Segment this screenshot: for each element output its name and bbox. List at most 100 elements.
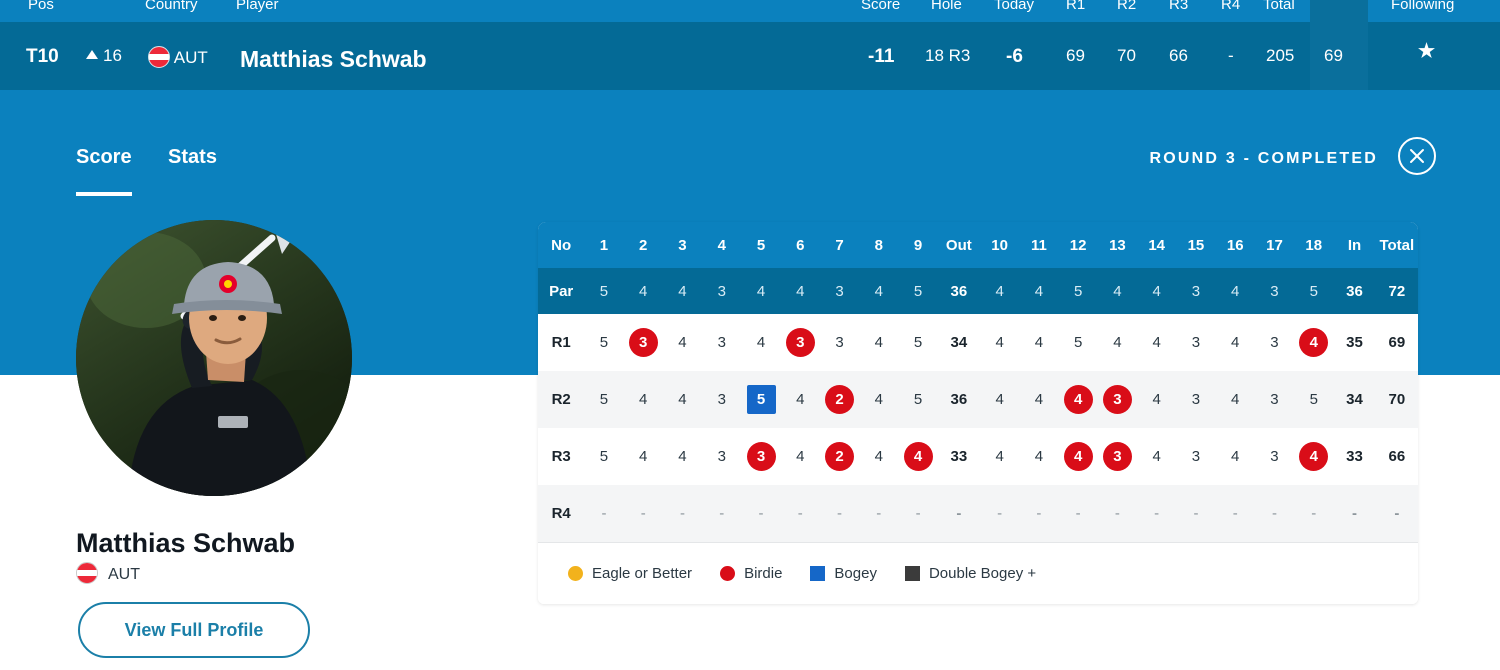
scorecard-cell: 4	[639, 282, 648, 300]
scorecard-col-in: In	[1347, 236, 1362, 254]
scorecard-cell: 3	[781, 314, 820, 371]
bogey-marker: 5	[746, 385, 776, 414]
scorecard-cell: 5	[599, 448, 609, 465]
scorecard-cell: 3	[1098, 371, 1137, 428]
scorecard-cell: 5	[599, 334, 609, 351]
birdie-marker: 4	[903, 442, 933, 471]
scorecard-cell: 5	[741, 371, 780, 428]
scorecard-cell: 4	[1152, 448, 1161, 465]
scorecard-col-16: 16	[1226, 236, 1244, 254]
scorecard-col-13: 13	[1109, 236, 1126, 254]
column-header-country: Country	[145, 0, 198, 13]
scorecard-cell: -	[758, 505, 764, 522]
scorecard-cell: 66	[1388, 448, 1406, 465]
row-r2: 70	[1117, 46, 1136, 65]
column-header-pos: Pos	[28, 0, 54, 13]
column-header-total: Total	[1263, 0, 1295, 13]
scorecard-cell: -	[1075, 505, 1081, 522]
scorecard-cell: 70	[1388, 391, 1406, 408]
scorecard-cell: -	[1232, 505, 1238, 522]
scorecard-cell: 4	[756, 282, 766, 300]
column-header-r2: R2	[1117, 0, 1137, 13]
row-r4: -	[1228, 46, 1234, 65]
scorecard-cell: 3	[624, 314, 663, 371]
scorecard: No 1 2 3 4 5 6 7 8 9 Out 10 11 12 13 14 15 16 17 18 In Total …	[538, 222, 1418, 604]
scorecard-col-2: 2	[639, 236, 648, 254]
tab-stats[interactable]: Stats	[168, 146, 217, 179]
birdie-marker: 2	[825, 442, 855, 471]
scorecard-cell: 4	[1034, 282, 1044, 300]
scorecard-cell: -	[1036, 505, 1042, 522]
scorecard-header-row: No 1 2 3 4 5 6 7 8 9 Out 10 11 12 13 14 15 16 17 18 In Total	[538, 222, 1418, 268]
scorecard-col-3: 3	[678, 236, 687, 254]
birdie-marker: 3	[785, 328, 815, 357]
scorecard-cell: 3	[717, 448, 726, 465]
legend-label: Eagle or Better	[592, 565, 693, 582]
scorecard-row-r1: R1 5 3 4 3 4 3 3 4 5 34 4 4 5 4 4 3 4 3 4 35 69	[538, 314, 1418, 371]
flag-austria-icon	[76, 562, 98, 584]
scorecard-cell: 5	[1309, 282, 1318, 300]
scorecard-col-10: 10	[991, 236, 1008, 254]
leaderboard-selected-row[interactable]: T10 16 AUT Matthias Schwab -11 18 R3 -6 …	[0, 0, 1500, 90]
column-header-r3: R3	[1169, 0, 1189, 13]
scorecard-cell: -	[837, 505, 843, 522]
scorecard-cell: 3	[1270, 391, 1279, 408]
eagle-swatch-icon	[568, 566, 583, 581]
column-header-today: Today	[994, 0, 1035, 13]
scorecard-cell: 4	[639, 448, 648, 465]
scorecard-col-5: 5	[756, 236, 766, 254]
scorecard-cell: 4	[1231, 448, 1240, 465]
scorecard-cell: 4	[995, 391, 1004, 408]
scorecard-cell: 5	[1073, 282, 1083, 300]
scorecard-col-no: No	[551, 236, 572, 254]
scorecard-cell: 4	[1152, 391, 1161, 408]
scorecard-cell: 4	[874, 448, 883, 465]
scorecard-row-par: Par 5 4 4 3 4 4 3 4 5 36 4 4 5 4 4 3 4 3 5 36 72	[538, 268, 1418, 314]
scorecard-cell: 4	[1059, 428, 1098, 485]
scorecard-cell: -	[797, 505, 803, 522]
scorecard-cell: -	[997, 505, 1003, 522]
view-full-profile-button[interactable]: View Full Profile	[78, 602, 310, 658]
scorecard-cell: 3	[717, 282, 726, 300]
scorecard-cell: -	[1154, 505, 1160, 522]
scorecard-cell: 3	[1270, 282, 1279, 300]
scorecard-cell: 5	[599, 282, 609, 300]
scorecard-cell: 3	[1191, 334, 1201, 351]
row-hole: 18 R3	[925, 46, 971, 65]
scorecard-col-7: 7	[835, 236, 844, 254]
scorecard-table: No 1 2 3 4 5 6 7 8 9 Out 10 11 12 13 14 15 16 17 18 In Total …	[538, 222, 1418, 542]
star-icon[interactable]: ★	[1418, 42, 1435, 61]
legend-item-dbogey: Double Bogey +	[904, 565, 1036, 582]
scorecard-cell: 36	[1346, 282, 1363, 300]
row-r2o: 69	[1324, 46, 1343, 65]
birdie-marker: 3	[628, 328, 658, 357]
close-icon[interactable]	[1398, 137, 1436, 175]
scorecard-cell: 4	[1294, 314, 1333, 371]
scorecard-col-14: 14	[1148, 236, 1166, 254]
row-r3: 66	[1169, 46, 1188, 65]
tab-score[interactable]: Score	[76, 146, 132, 196]
row-position: T10	[26, 46, 59, 67]
scorecard-cell: 5	[913, 391, 923, 408]
scorecard-cell: 4	[898, 428, 937, 485]
scorecard-cell: 3	[835, 334, 844, 351]
birdie-swatch-icon	[720, 566, 736, 581]
scorecard-cell: 4	[1059, 371, 1098, 428]
flag-austria-icon	[148, 46, 170, 68]
scorecard-col-6: 6	[796, 236, 805, 254]
scorecard-cell: 2	[820, 371, 859, 428]
row-movement-value: 16	[103, 46, 122, 65]
triangle-up-icon	[86, 50, 98, 59]
scorecard-cell: 72	[1388, 282, 1406, 300]
birdie-marker: 4	[1063, 442, 1093, 471]
row-player-name[interactable]: Matthias Schwab	[240, 46, 427, 73]
scorecard-cell: 4	[1231, 391, 1240, 408]
scorecard-col-11: 11	[1030, 236, 1047, 254]
column-header-score: Score	[861, 0, 901, 13]
scorecard-cell: -	[719, 505, 725, 522]
scorecard-cell: 3	[835, 282, 844, 300]
scorecard-cell: 4	[1034, 448, 1044, 465]
avatar	[76, 220, 352, 496]
row-movement: 16	[86, 46, 122, 66]
birdie-marker: 4	[1299, 328, 1329, 357]
